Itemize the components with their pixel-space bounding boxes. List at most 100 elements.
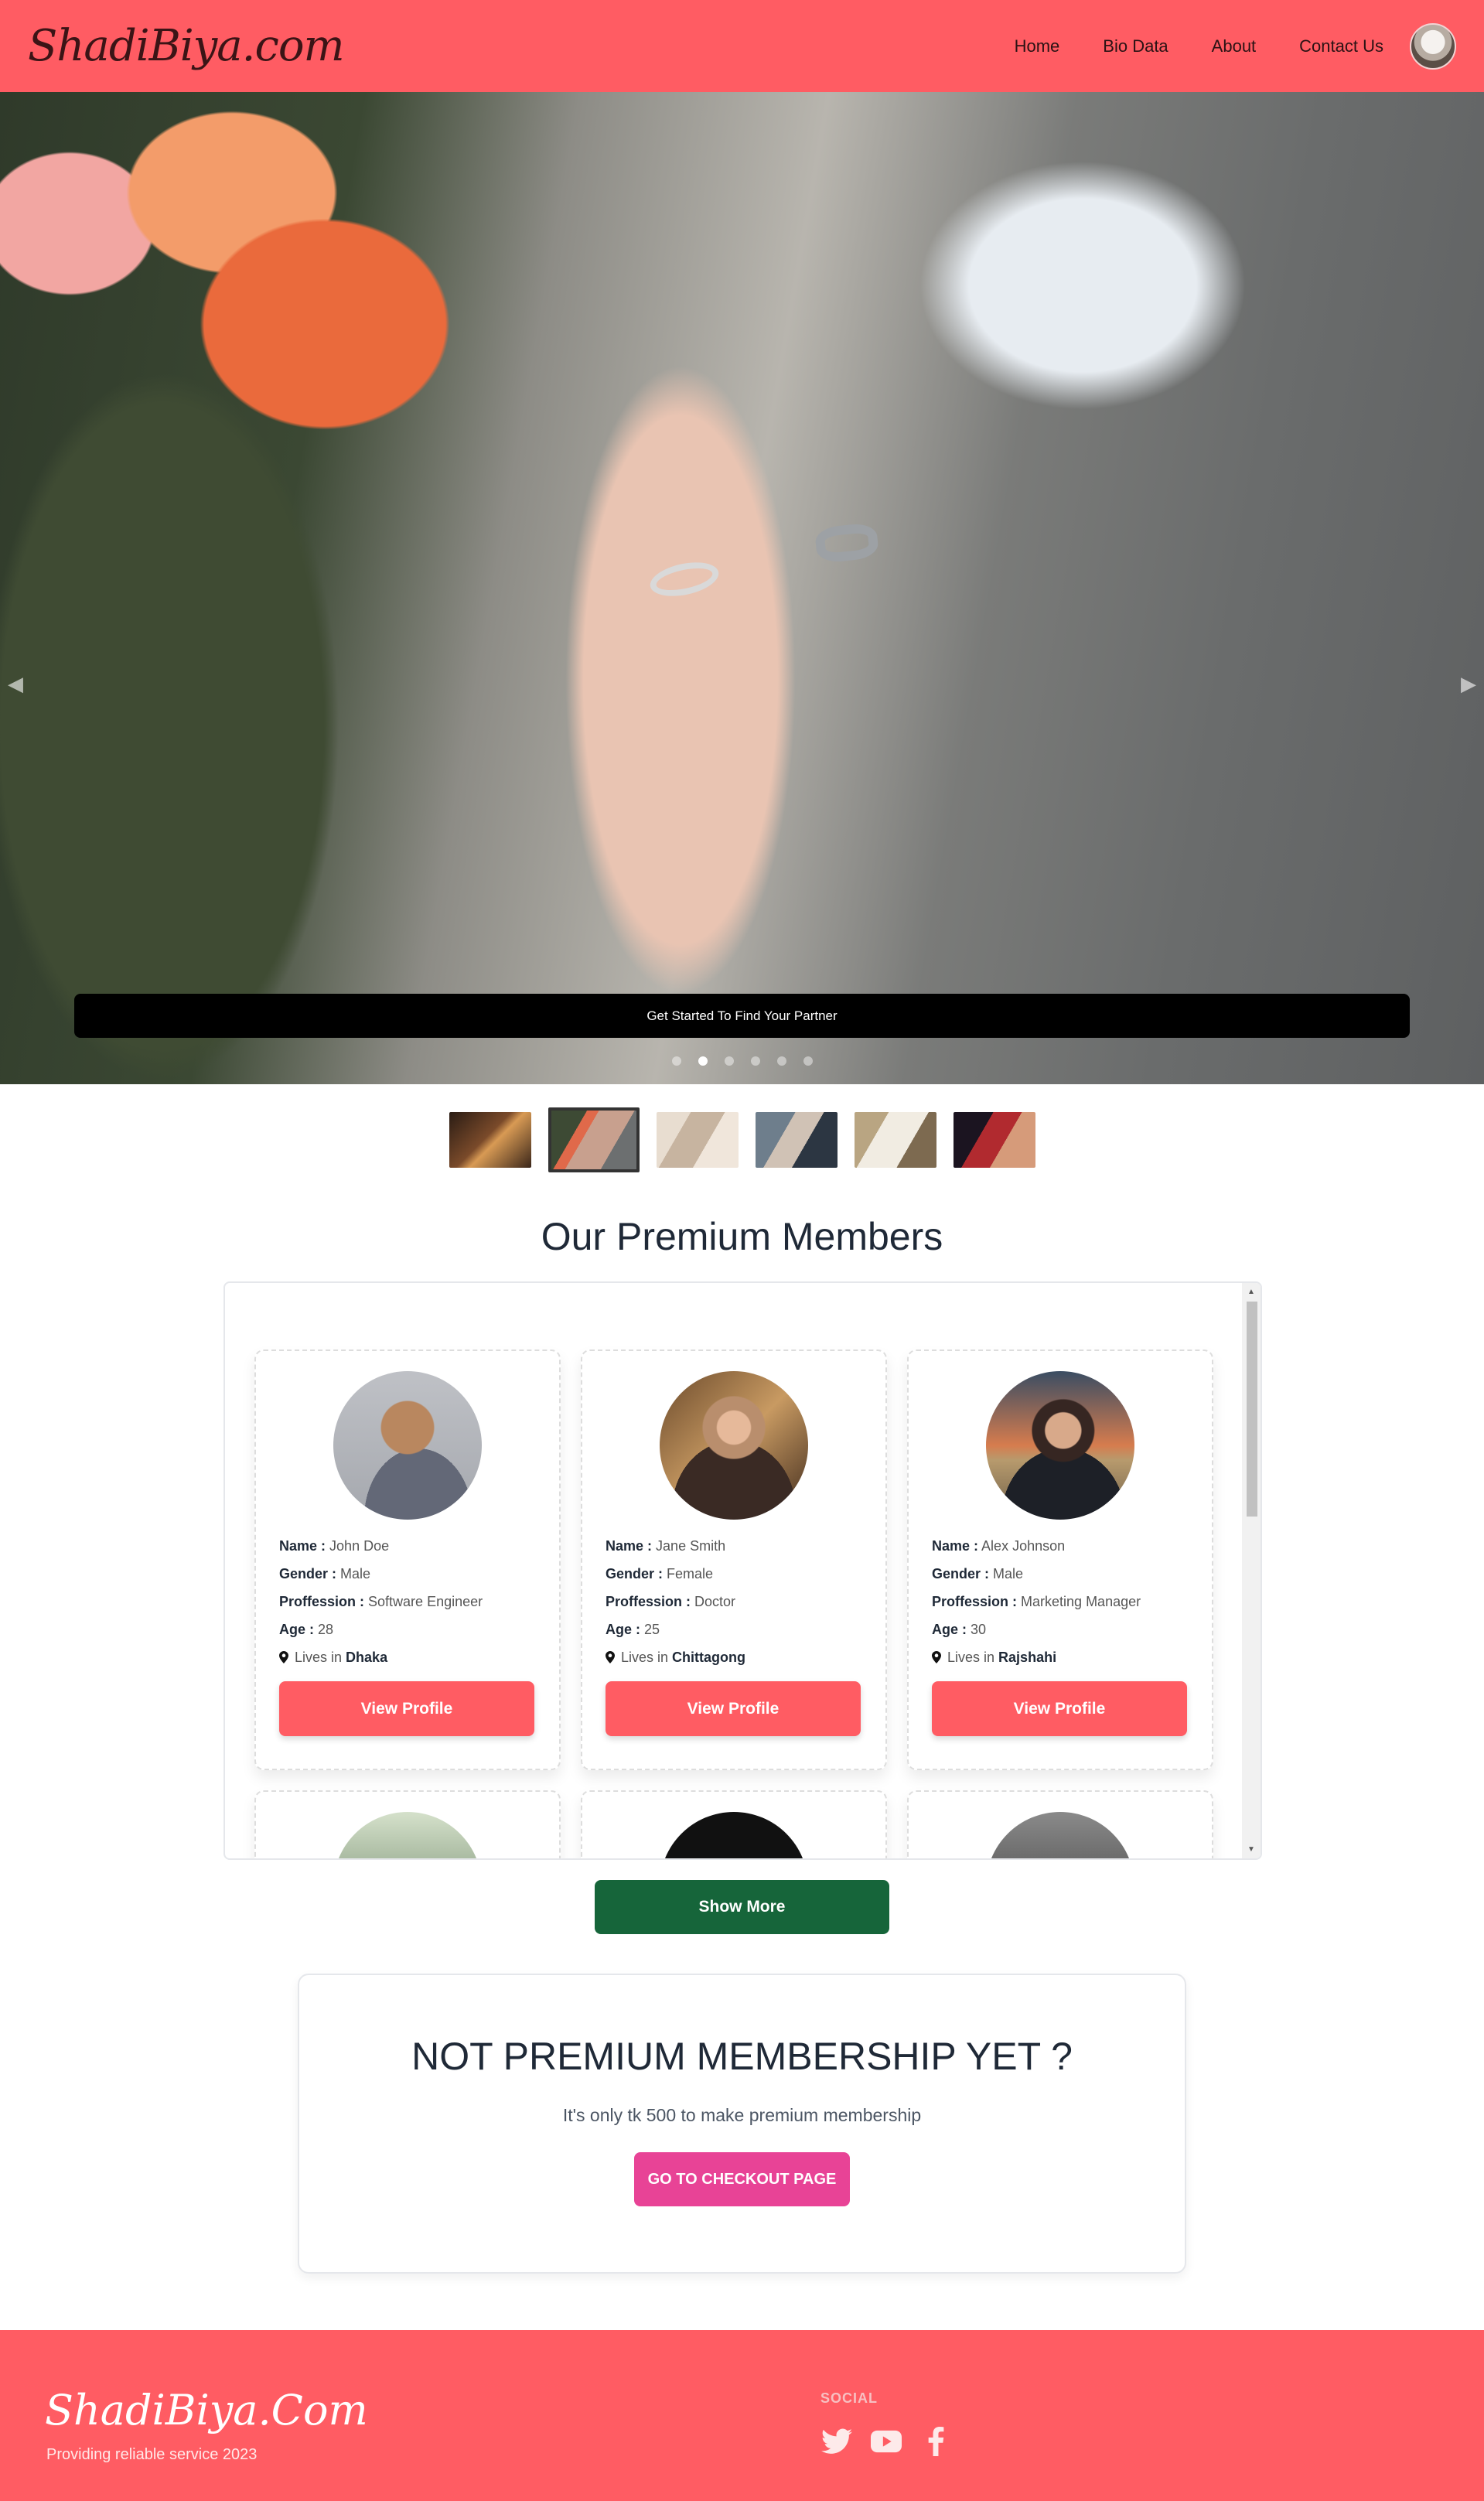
hero-image-ring	[646, 557, 722, 602]
name-label: Name :	[279, 1538, 326, 1554]
premium-members-list[interactable]: Name : John Doe Gender : Male Proffessio…	[223, 1281, 1262, 1860]
member-age-row: Age : 28	[279, 1622, 536, 1638]
lives-label: Lives in	[621, 1650, 669, 1665]
member-city: Dhaka	[346, 1650, 388, 1665]
carousel-next-icon[interactable]: ▶	[1461, 672, 1476, 696]
view-profile-button[interactable]: View Profile	[279, 1681, 534, 1736]
footer-logo[interactable]: ShadiBiya.Com	[45, 2386, 368, 2434]
hero-image-band	[814, 521, 880, 565]
member-avatar	[986, 1812, 1134, 1858]
scroll-up-icon[interactable]: ▲	[1247, 1288, 1255, 1296]
age-label: Age :	[932, 1622, 967, 1637]
carousel-prev-icon[interactable]: ◀	[8, 672, 23, 696]
member-city: Chittagong	[672, 1650, 746, 1665]
member-gender-row: Gender : Male	[279, 1566, 536, 1582]
carousel-dot[interactable]	[724, 1056, 734, 1066]
member-name-row: Name : Jane Smith	[606, 1538, 862, 1554]
member-name: Jane Smith	[656, 1538, 726, 1554]
member-gender: Male	[993, 1566, 1024, 1581]
member-card: Name : Jane Smith Gender : Female Proffe…	[581, 1349, 887, 1770]
user-avatar[interactable]	[1410, 22, 1456, 70]
scroll-down-icon[interactable]: ▼	[1247, 1845, 1255, 1854]
member-cards: Name : John Doe Gender : Male Proffessio…	[254, 1349, 1221, 1858]
carousel-dot[interactable]	[776, 1056, 786, 1066]
member-gender-row: Gender : Male	[932, 1566, 1189, 1582]
carousel-dot[interactable]	[671, 1056, 681, 1066]
member-age: 28	[318, 1622, 334, 1637]
carousel-dot[interactable]	[750, 1056, 760, 1066]
profession-label: Proffession :	[606, 1594, 691, 1609]
footer-tagline: Providing reliable service 2023	[46, 2446, 258, 2463]
member-avatar	[333, 1812, 482, 1858]
member-name: Alex Johnson	[981, 1538, 1066, 1554]
member-avatar	[986, 1371, 1134, 1520]
nav-links: Home Bio Data About Contact Us	[971, 22, 1456, 70]
checkout-button[interactable]: GO TO CHECKOUT PAGE	[634, 2152, 850, 2206]
nav-link-bio-data[interactable]: Bio Data	[1103, 36, 1168, 56]
member-gender-row: Gender : Female	[606, 1566, 862, 1582]
social-icons	[820, 2425, 952, 2458]
lives-label: Lives in	[947, 1650, 995, 1665]
thumbnail[interactable]	[854, 1112, 936, 1168]
member-profession: Doctor	[694, 1594, 736, 1609]
profession-label: Proffession :	[932, 1594, 1018, 1609]
member-age-row: Age : 30	[932, 1622, 1189, 1638]
age-label: Age :	[279, 1622, 314, 1637]
thumbnail-active[interactable]	[548, 1107, 640, 1172]
premium-members-title: Our Premium Members	[541, 1215, 943, 1258]
carousel-dot-active[interactable]	[698, 1056, 708, 1066]
location-pin-icon	[932, 1651, 941, 1663]
member-location-row: Lives in Dhaka	[279, 1650, 536, 1666]
footer: ShadiBiya.Com Providing reliable service…	[0, 2330, 1484, 2501]
carousel-indicators	[0, 1056, 1484, 1066]
facebook-icon[interactable]	[919, 2425, 952, 2458]
member-profession-row: Proffession : Doctor	[606, 1594, 862, 1610]
name-label: Name :	[932, 1538, 979, 1554]
member-card	[907, 1790, 1213, 1858]
location-pin-icon	[606, 1651, 615, 1663]
nav-link-contact-us[interactable]: Contact Us	[1299, 36, 1383, 56]
member-name: John Doe	[329, 1538, 390, 1554]
member-location-row: Lives in Rajshahi	[932, 1650, 1189, 1666]
member-gender: Male	[340, 1566, 371, 1581]
hero-carousel: ◀ ▶	[0, 92, 1484, 1084]
location-pin-icon	[279, 1651, 288, 1663]
thumbnail[interactable]	[755, 1112, 838, 1168]
gender-label: Gender :	[932, 1566, 990, 1581]
member-avatar	[333, 1371, 482, 1520]
age-label: Age :	[606, 1622, 640, 1637]
thumbnail[interactable]	[953, 1112, 1035, 1168]
youtube-icon[interactable]	[870, 2425, 902, 2458]
show-more-button[interactable]: Show More	[595, 1880, 889, 1934]
site-logo[interactable]: ShadiBiya.com	[28, 21, 345, 71]
member-name-row: Name : Alex Johnson	[932, 1538, 1189, 1554]
view-profile-button[interactable]: View Profile	[606, 1681, 861, 1736]
profession-label: Proffession :	[279, 1594, 365, 1609]
member-age-row: Age : 25	[606, 1622, 862, 1638]
member-age: 30	[971, 1622, 987, 1637]
gender-label: Gender :	[606, 1566, 664, 1581]
thumbnail[interactable]	[449, 1112, 531, 1168]
carousel-dot[interactable]	[803, 1056, 813, 1066]
get-started-button[interactable]: Get Started To Find Your Partner	[74, 994, 1410, 1038]
carousel-thumbnails	[0, 1107, 1484, 1172]
nav-link-home[interactable]: Home	[1015, 36, 1060, 56]
cta-title: NOT PREMIUM MEMBERSHIP YET ?	[411, 2035, 1073, 2078]
list-scrollbar[interactable]: ▲ ▼	[1242, 1283, 1261, 1858]
cta-subtitle: It's only tk 500 to make premium members…	[562, 2105, 922, 2125]
twitter-icon[interactable]	[820, 2425, 853, 2458]
member-profession: Marketing Manager	[1021, 1594, 1141, 1609]
member-avatar	[660, 1812, 808, 1858]
premium-cta-panel: NOT PREMIUM MEMBERSHIP YET ? It's only t…	[298, 1974, 1186, 2274]
footer-social-heading: SOCIAL	[820, 2390, 878, 2406]
member-name-row: Name : John Doe	[279, 1538, 536, 1554]
member-city: Rajshahi	[998, 1650, 1057, 1665]
navbar: ShadiBiya.com Home Bio Data About Contac…	[0, 0, 1484, 92]
nav-link-about[interactable]: About	[1212, 36, 1257, 56]
scrollbar-thumb[interactable]	[1247, 1302, 1257, 1517]
member-profession-row: Proffession : Marketing Manager	[932, 1594, 1189, 1610]
view-profile-button[interactable]: View Profile	[932, 1681, 1187, 1736]
member-location-row: Lives in Chittagong	[606, 1650, 862, 1666]
thumbnail[interactable]	[656, 1112, 739, 1168]
name-label: Name :	[606, 1538, 653, 1554]
